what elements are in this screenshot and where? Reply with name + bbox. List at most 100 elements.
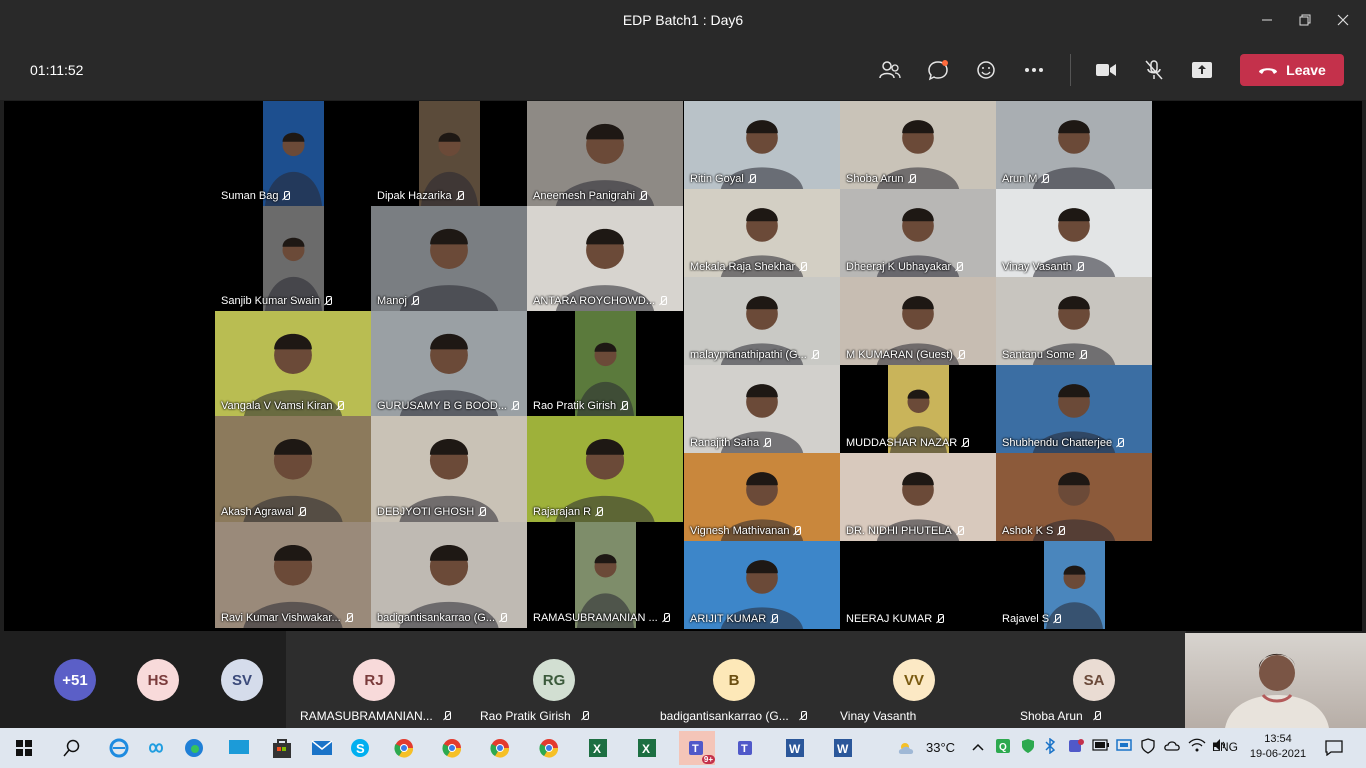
avatar-b[interactable]: B — [713, 659, 755, 701]
chrome-app-2[interactable] — [438, 734, 466, 762]
more-actions-button[interactable] — [1018, 54, 1050, 86]
reactions-button[interactable] — [970, 54, 1002, 86]
security-shield-icon[interactable] — [1020, 738, 1036, 757]
mail-app[interactable] — [308, 734, 336, 762]
participant-video-tile[interactable]: M KUMARAN (Guest) — [840, 277, 996, 365]
participant-video-tile[interactable]: Sanjib Kumar Swain — [215, 206, 371, 311]
participant-video-tile[interactable]: Manoj — [371, 206, 527, 311]
participant-video-tile[interactable]: Santanu Some — [996, 277, 1152, 365]
chrome-app-3[interactable] — [486, 734, 514, 762]
self-view-video[interactable] — [1185, 633, 1366, 728]
teams-app[interactable]: T — [732, 734, 760, 762]
participant-video-tile[interactable]: Vangala V Vamsi Kiran — [215, 311, 371, 416]
participant-video-tile[interactable]: malaymanathipathi (G... — [684, 277, 840, 365]
chrome-icon — [394, 739, 414, 758]
search-button[interactable] — [58, 734, 86, 762]
avatar-hs[interactable]: HS — [137, 659, 179, 701]
avatar-sa[interactable]: SA — [1073, 659, 1115, 701]
participant-video-tile[interactable]: DEBJYOTI GHOSH — [371, 416, 527, 522]
participant-video-tile[interactable]: Arun M — [996, 101, 1152, 189]
participant-video-tile[interactable]: DR. NIDHI PHUTELA — [840, 453, 996, 541]
start-button[interactable] — [10, 734, 38, 762]
participant-video-tile[interactable]: Ravi Kumar Vishwakar... — [215, 522, 371, 628]
mic-muted-icon — [1076, 262, 1084, 272]
chevron-up-icon[interactable] — [972, 740, 984, 754]
edge-app[interactable] — [180, 734, 208, 762]
avatar-rg[interactable]: RG — [533, 659, 575, 701]
participant-video-tile[interactable]: Rajarajan R — [527, 416, 683, 522]
desktop-app[interactable] — [225, 734, 253, 762]
participant-video-tile[interactable]: MUDDASHAR NAZAR — [840, 365, 996, 453]
word-app-2[interactable]: W — [829, 734, 857, 762]
excel-app-2[interactable]: X — [633, 734, 661, 762]
participant-name: Suman Bag — [221, 190, 279, 202]
microphone-button[interactable] — [1138, 54, 1170, 86]
participant-video-tile[interactable]: Rajavel S — [996, 541, 1152, 629]
participant-name: Dheeraj K Ubhayakar — [846, 261, 952, 273]
participant-video-tile[interactable]: Shoba Arun — [840, 101, 996, 189]
participant-label: Rao Pratik Girish — [480, 709, 589, 723]
participant-name: ANTARA ROYCHOWD... — [533, 295, 656, 307]
participant-video-tile[interactable]: NEERAJ KUMAR — [840, 541, 996, 629]
participant-video-tile[interactable]: Shubhendu Chatterjee — [996, 365, 1152, 453]
participant-video-tile[interactable]: Aneemesh Panigrahi — [527, 101, 683, 206]
notifications-button[interactable] — [1320, 734, 1348, 762]
participant-video-tile[interactable]: Vinay Vasanth — [996, 189, 1152, 277]
share-button[interactable] — [1186, 54, 1218, 86]
weather-widget[interactable] — [893, 734, 921, 762]
bluetooth-icon[interactable] — [1044, 737, 1056, 757]
excel-app-1[interactable]: X — [584, 734, 612, 762]
ie-app[interactable] — [105, 734, 133, 762]
avatar-sv[interactable]: SV — [221, 659, 263, 701]
participant-video-tile[interactable]: Rao Pratik Girish — [527, 311, 683, 416]
shield-icon[interactable] — [1140, 738, 1156, 757]
close-window-button[interactable] — [1320, 0, 1366, 40]
chat-icon — [928, 60, 948, 81]
participant-video-tile[interactable]: ARIJIT KUMAR — [684, 541, 840, 629]
teams-tray-icon[interactable] — [1068, 738, 1084, 757]
participant-video-tile[interactable]: RAMASUBRAMANIAN ... — [527, 522, 683, 628]
participant-video-tile[interactable]: Ashok K S — [996, 453, 1152, 541]
qtray-icon[interactable]: Q — [995, 738, 1011, 757]
store-app[interactable] — [268, 734, 296, 762]
word-app-1[interactable]: W — [781, 734, 809, 762]
clock-time: 13:54 — [1264, 733, 1292, 745]
participant-video-tile[interactable]: Dheeraj K Ubhayakar — [840, 189, 996, 277]
participant-name-label: Dipak Hazarika — [377, 190, 464, 202]
meeting-timer: 01:11:52 — [30, 62, 84, 78]
chat-button[interactable] — [922, 54, 954, 86]
mic-muted-icon — [659, 296, 668, 306]
participant-video-tile[interactable]: Dipak Hazarika — [371, 101, 527, 206]
participant-video-tile[interactable]: Ranajith Saha — [684, 365, 840, 453]
avatar-rj[interactable]: RJ — [353, 659, 395, 701]
camera-button[interactable] — [1090, 54, 1122, 86]
leave-button[interactable]: Leave — [1240, 54, 1344, 86]
chrome-app-1[interactable] — [390, 734, 418, 762]
participant-video-tile[interactable]: Ritin Goyal — [684, 101, 840, 189]
excel-icon: X — [589, 739, 607, 757]
participant-video-tile[interactable]: ANTARA ROYCHOWD... — [527, 206, 683, 311]
language-indicator[interactable]: ENG — [1212, 740, 1238, 754]
mic-muted-icon — [955, 262, 964, 272]
participant-name-label: DEBJYOTI GHOSH — [377, 506, 487, 518]
more-participants-badge[interactable]: +51 — [54, 659, 96, 701]
participant-video-tile[interactable]: GURUSAMY B G BOOD... — [371, 311, 527, 416]
participant-video-tile[interactable]: Vignesh Mathivanan — [684, 453, 840, 541]
display-icon[interactable] — [1116, 738, 1132, 757]
participant-video-tile[interactable]: Suman Bag — [215, 101, 371, 206]
participant-name-label: Rajarajan R — [533, 506, 604, 518]
teams-app-active[interactable]: T 9+ — [679, 731, 715, 765]
participants-button[interactable] — [874, 54, 906, 86]
participant-video-tile[interactable]: Mekala Raja Shekhar — [684, 189, 840, 277]
avatar-vv[interactable]: VV — [893, 659, 935, 701]
participant-video-tile[interactable]: Akash Agrawal — [215, 416, 371, 522]
wifi-icon[interactable] — [1188, 738, 1206, 755]
battery-icon[interactable] — [1092, 739, 1110, 754]
chrome-app-4[interactable] — [535, 734, 563, 762]
participant-video-tile[interactable]: badigantisankarrao (G... — [371, 522, 527, 628]
skype-app[interactable]: S — [346, 734, 374, 762]
system-clock[interactable]: 13:54 19-06-2021 — [1246, 732, 1310, 762]
infinity-app[interactable] — [142, 734, 170, 762]
cloud-icon[interactable] — [1163, 738, 1181, 755]
participant-name: ARIJIT KUMAR — [690, 613, 767, 625]
